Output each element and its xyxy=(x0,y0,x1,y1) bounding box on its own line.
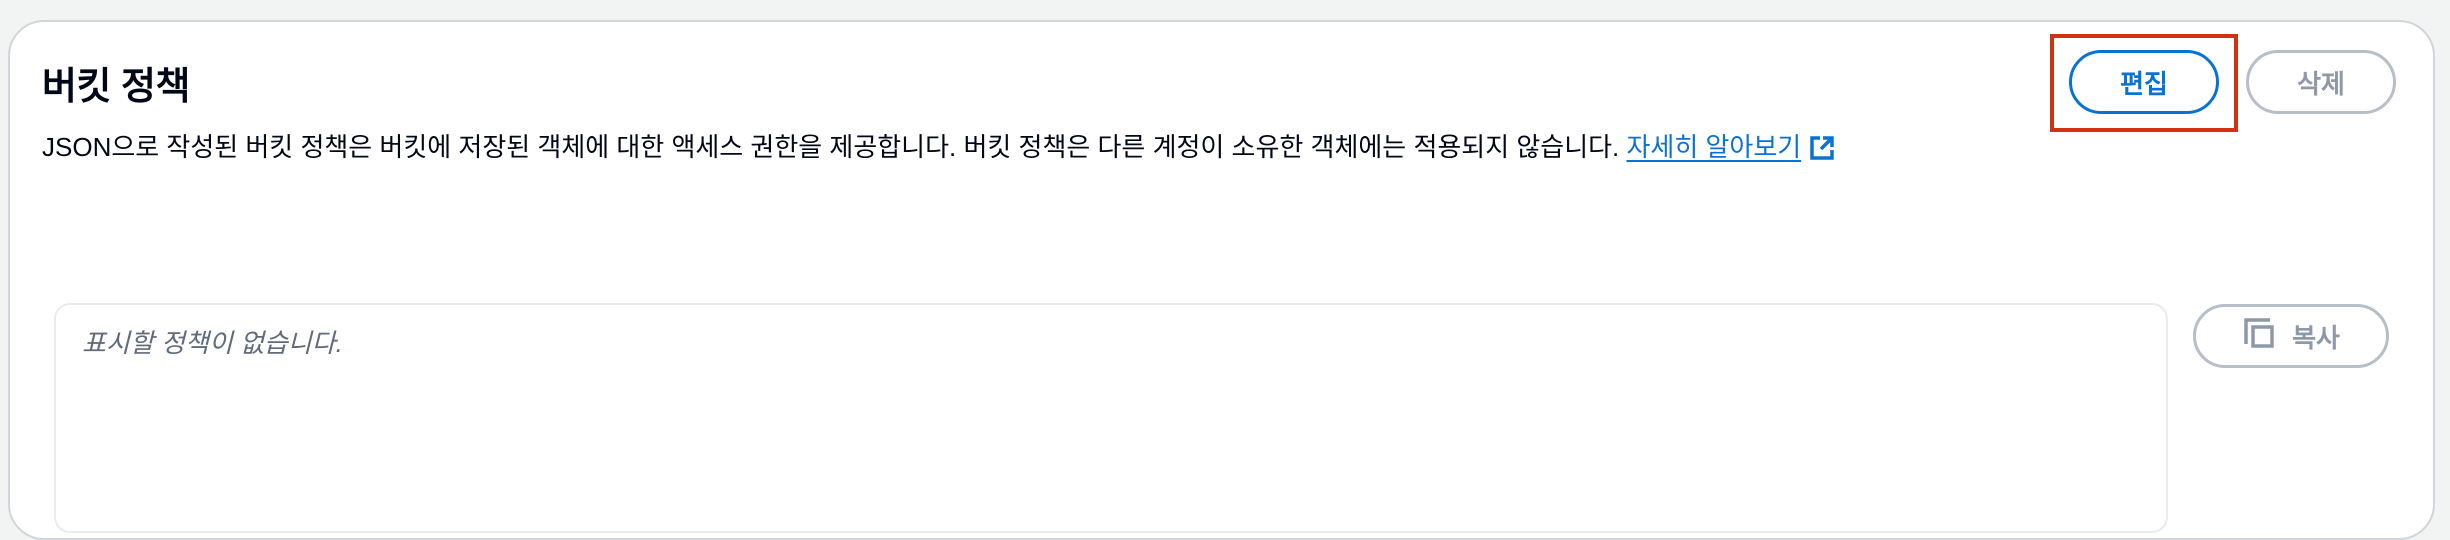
learn-more-link[interactable]: 자세히 알아보기 xyxy=(1627,132,1836,162)
copy-button[interactable]: 복사 xyxy=(2193,304,2389,368)
policy-json-viewer xyxy=(54,303,2168,533)
section-title: 버킷 정책 xyxy=(42,66,190,108)
description-text: JSON으로 작성된 버킷 정책은 버킷에 저장된 객체에 대한 액세스 권한을… xyxy=(42,132,1620,162)
learn-more-label[interactable]: 자세히 알아보기 xyxy=(1627,132,1802,162)
delete-button[interactable]: 삭제 xyxy=(2246,50,2396,114)
section-description: JSON으로 작성된 버킷 정책은 버킷에 저장된 객체에 대한 액세스 권한을… xyxy=(42,130,1835,169)
external-link-icon[interactable] xyxy=(1809,135,1835,169)
policy-empty-text: 표시할 정책이 없습니다. xyxy=(82,328,343,358)
copy-label[interactable]: 복사 xyxy=(2292,318,2340,355)
edit-button[interactable]: 편집 xyxy=(2069,50,2219,114)
copy-icon xyxy=(2242,316,2276,357)
